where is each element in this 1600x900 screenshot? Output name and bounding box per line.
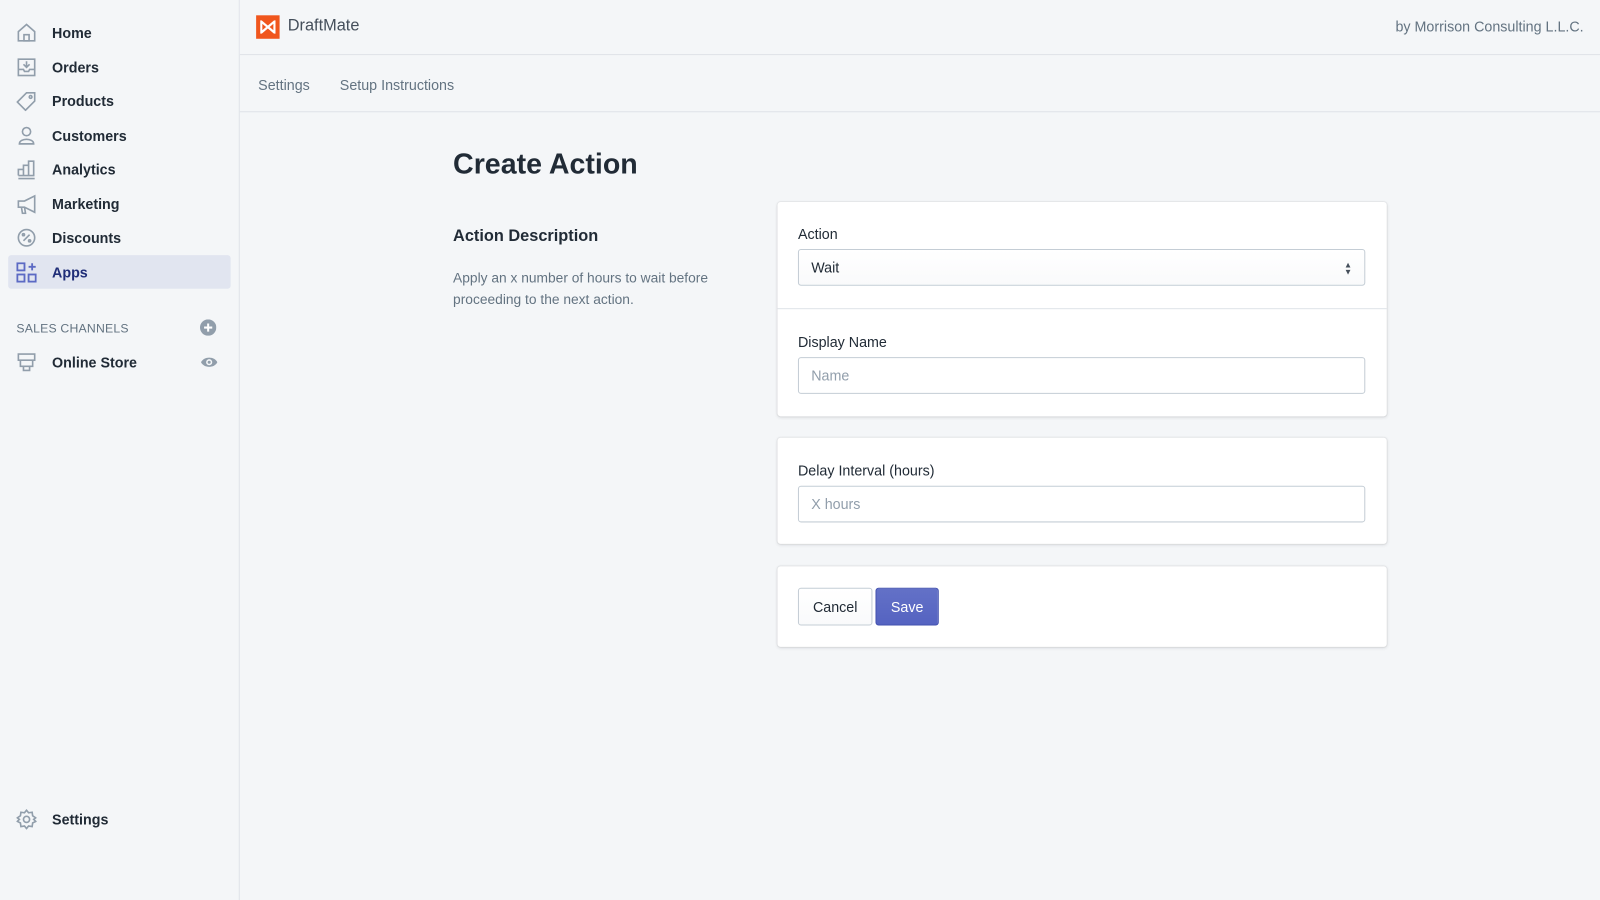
select-arrows-icon: ▲ ▼	[1343, 260, 1353, 277]
megaphone-icon	[16, 193, 36, 214]
store-icon	[16, 352, 36, 372]
display-name-input[interactable]	[797, 357, 1366, 394]
sidebar: Home Orders Products Customers Analytics…	[0, 0, 240, 900]
sidebar-item-marketing[interactable]: Marketing	[8, 187, 230, 221]
apps-icon	[16, 261, 37, 283]
sidebar-item-home[interactable]: Home	[8, 15, 230, 49]
app-tabs: Settings Setup Instructions	[239, 55, 1600, 113]
sidebar-item-apps[interactable]: Apps	[8, 255, 231, 289]
delay-card: Delay Interval (hours)	[777, 437, 1387, 544]
actions-card: Cancel Save	[777, 566, 1387, 647]
developer-byline: by Morrison Consulting L.L.C.	[1395, 18, 1584, 35]
save-button[interactable]: Save	[875, 587, 939, 626]
app-name: DraftMate	[287, 17, 360, 35]
sidebar-item-orders[interactable]: Orders	[8, 50, 230, 84]
draftmate-logo	[256, 15, 280, 39]
discount-icon	[16, 227, 36, 247]
page-title: Create Action	[453, 147, 638, 180]
tab-settings[interactable]: Settings	[258, 77, 310, 93]
sidebar-item-discounts[interactable]: Discounts	[8, 220, 230, 254]
person-icon	[16, 125, 36, 145]
sales-channels-heading: SALES CHANNELS	[16, 321, 129, 336]
action-description-text: Apply an x number of hours to wait befor…	[453, 270, 709, 308]
tag-icon	[16, 90, 36, 111]
cancel-button[interactable]: Cancel	[797, 587, 873, 626]
action-description-heading: Action Description	[453, 227, 599, 245]
divider	[777, 308, 1387, 310]
delay-interval-input[interactable]	[797, 485, 1366, 523]
view-store-eye-icon[interactable]	[200, 354, 218, 370]
display-name-label: Display Name	[797, 333, 887, 350]
home-icon	[16, 22, 36, 42]
sidebar-item-settings[interactable]: Settings	[8, 802, 230, 836]
orders-icon	[16, 57, 36, 77]
action-card: Action Wait ▲ ▼ Display Name	[777, 202, 1387, 417]
delay-interval-label: Delay Interval (hours)	[797, 462, 935, 479]
sidebar-item-products[interactable]: Products	[8, 84, 230, 118]
sidebar-item-customers[interactable]: Customers	[8, 118, 230, 152]
action-select[interactable]: Wait ▲ ▼	[797, 248, 1366, 286]
bar-chart-icon	[16, 159, 36, 179]
sidebar-item-online-store[interactable]: Online Store	[8, 345, 230, 379]
add-sales-channel-icon[interactable]	[199, 319, 217, 336]
action-select-value: Wait	[811, 259, 840, 276]
action-label: Action	[797, 225, 838, 242]
sidebar-item-analytics[interactable]: Analytics	[8, 152, 230, 186]
gear-icon	[16, 808, 37, 830]
tab-setup-instructions[interactable]: Setup Instructions	[340, 77, 454, 93]
app-header: DraftMate by Morrison Consulting L.L.C.	[239, 0, 1600, 56]
